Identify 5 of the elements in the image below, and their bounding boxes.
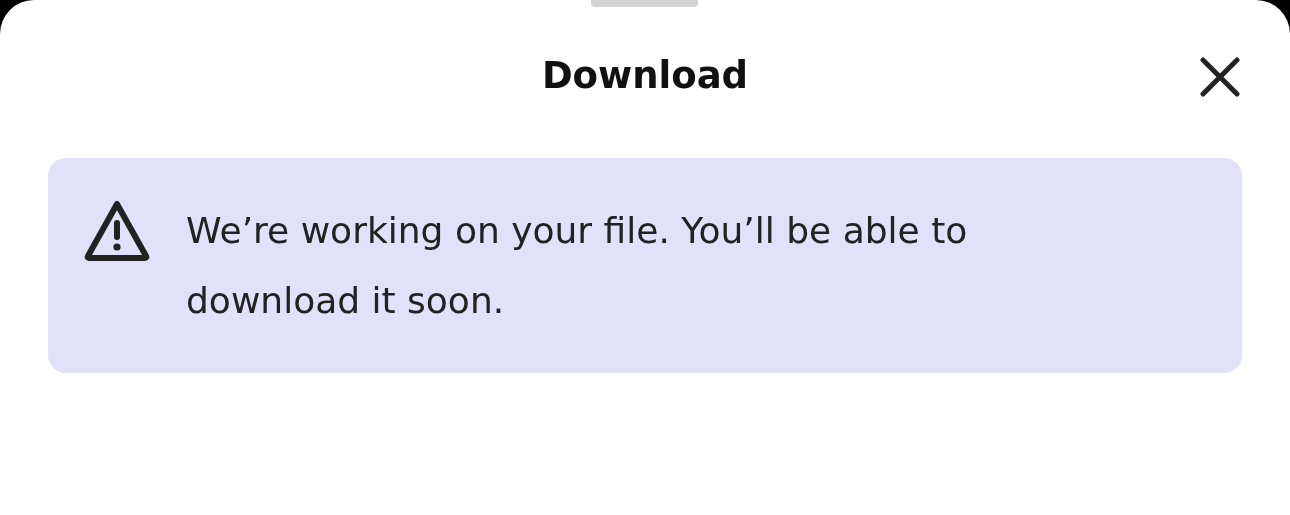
drag-handle[interactable] (591, 0, 698, 7)
close-button[interactable] (1198, 55, 1242, 99)
warning-icon (84, 200, 150, 262)
notice-message: We’re working on your file. You’ll be able to download it soon. (186, 209, 969, 323)
sheet-title: Download (541, 53, 749, 99)
